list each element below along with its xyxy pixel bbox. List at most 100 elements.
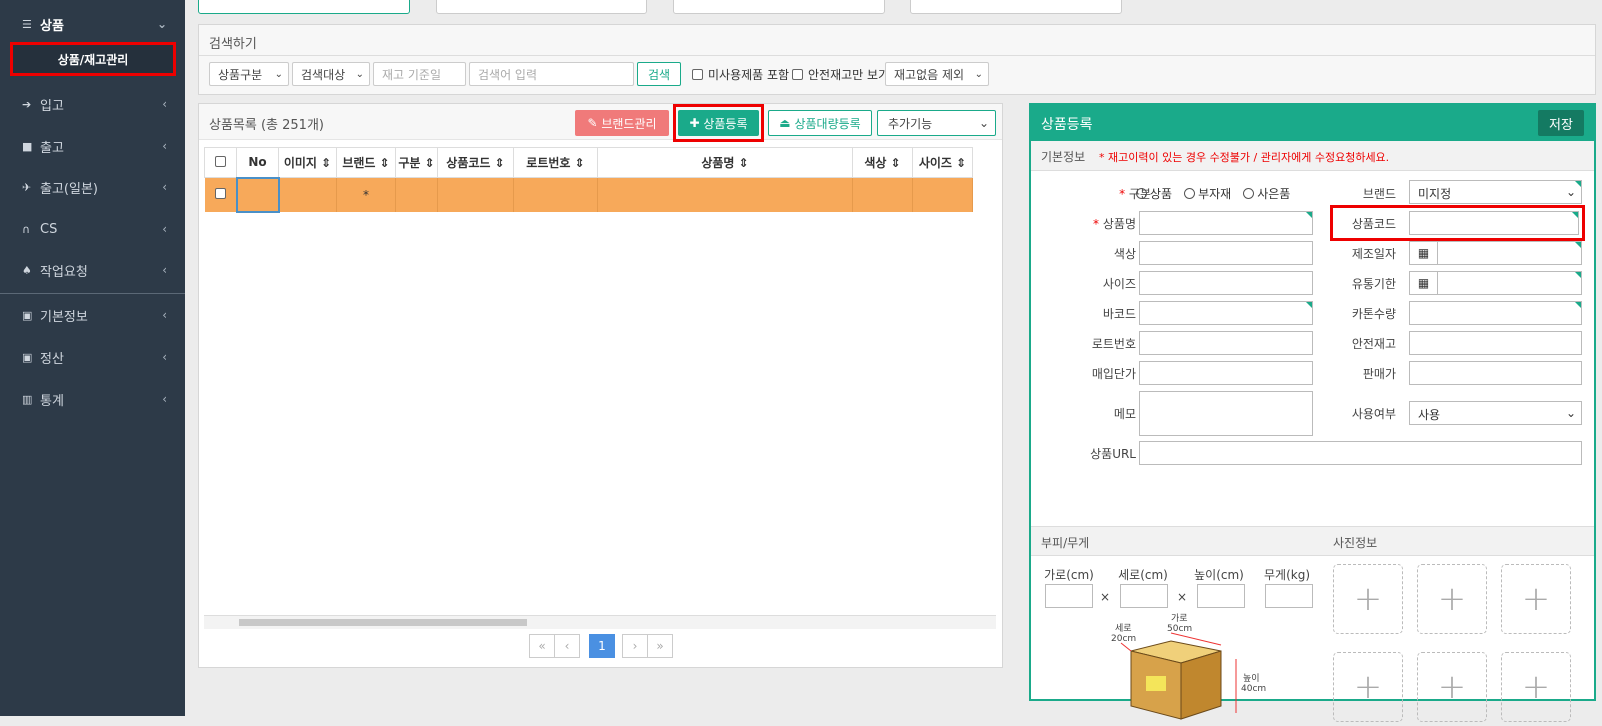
sidebar-item-outbound-japan[interactable]: ✈ 출고(일본) ‹	[0, 167, 185, 207]
cell-no[interactable]	[235, 176, 280, 213]
col-brand[interactable]: 브랜드 ⇕	[336, 147, 396, 178]
cell-color[interactable]	[852, 177, 913, 212]
sell-price-input[interactable]	[1409, 361, 1582, 385]
page-number-button[interactable]: 1	[589, 634, 615, 658]
type-radio-gift[interactable]: 사은품	[1243, 185, 1290, 202]
photo-slot-4[interactable]: +	[1333, 652, 1403, 722]
sidebar-item-product[interactable]: ☰ 상품 ⌄	[0, 4, 185, 44]
product-register-button[interactable]: ✚ 상품등록	[678, 110, 759, 136]
include-unused-checkbox[interactable]: 미사용제품 포함	[692, 66, 789, 83]
cell-brand[interactable]: *	[336, 177, 396, 212]
photo-slot-5[interactable]: +	[1417, 652, 1487, 722]
calendar-icon[interactable]: ▦	[1410, 242, 1438, 264]
stock-filter-select[interactable]: 재고없음 제외 ⌄	[885, 62, 989, 86]
sidebar-item-work-request[interactable]: ♠ 작업요청 ‹	[0, 250, 185, 290]
cell-size[interactable]	[912, 177, 973, 212]
select-all-checkbox[interactable]	[215, 155, 226, 167]
col-code[interactable]: 상품코드 ⇕	[437, 147, 514, 178]
photo-slot-6[interactable]: +	[1501, 652, 1571, 722]
col-name[interactable]: 상품명 ⇕	[597, 147, 853, 178]
prev-page-button[interactable]: ‹	[554, 634, 580, 658]
plane-icon: ✈	[22, 180, 32, 194]
radio-circle[interactable]	[1136, 188, 1147, 199]
barcode-input[interactable]	[1139, 301, 1313, 325]
table-row[interactable]: *	[204, 176, 973, 213]
cell-image[interactable]	[278, 177, 337, 212]
sidebar-subitem-inventory[interactable]: 상품/재고관리	[10, 42, 176, 76]
cell-lot[interactable]	[513, 177, 598, 212]
sidebar-item-inbound[interactable]: ➔ 입고 ‹	[0, 84, 185, 124]
sidebar-item-cs[interactable]: ∩ CS ‹	[0, 209, 185, 249]
radio-circle[interactable]	[1243, 188, 1255, 199]
scrollbar-thumb[interactable]	[239, 619, 527, 626]
brand-manage-button[interactable]: ✎ 브랜드관리	[575, 110, 669, 136]
row-checkbox-cell[interactable]	[204, 177, 237, 212]
width-input[interactable]	[1045, 584, 1093, 608]
checkbox-label: 안전재고만 보기	[808, 68, 890, 82]
mfg-date-input[interactable]: ▦	[1409, 241, 1582, 265]
next-page-button[interactable]: ›	[622, 634, 648, 658]
extra-functions-select[interactable]: 추가기능 ⌄	[877, 110, 996, 136]
sidebar-item-settlement[interactable]: ▣ 정산 ‹	[0, 337, 185, 377]
cell-name[interactable]	[597, 177, 853, 212]
top-input-2[interactable]	[436, 0, 647, 14]
use-select[interactable]: 사용 ⌄	[1409, 401, 1582, 425]
cell-type[interactable]	[395, 177, 438, 212]
top-input-1[interactable]	[198, 0, 410, 14]
last-page-button[interactable]: »	[647, 634, 673, 658]
buy-price-input[interactable]	[1139, 361, 1313, 385]
photo-slot-3[interactable]: +	[1501, 564, 1571, 634]
photo-slot-2[interactable]: +	[1417, 564, 1487, 634]
checkbox[interactable]	[792, 69, 803, 80]
lot-input[interactable]	[1139, 331, 1313, 355]
chevron-down-icon: ⌄	[978, 116, 989, 130]
col-color[interactable]: 색상 ⇕	[852, 147, 913, 178]
required-corner-icon	[1575, 272, 1581, 278]
radio-circle[interactable]	[1184, 188, 1196, 199]
sidebar-item-outbound[interactable]: ■ 출고 ‹	[0, 126, 185, 166]
select-all-header[interactable]	[204, 147, 237, 178]
sidebar-item-basic-info[interactable]: ▣ 기본정보 ‹	[0, 295, 185, 335]
bulk-register-button[interactable]: ⏏ 상품대량등록	[768, 110, 872, 136]
safety-stock-input[interactable]	[1409, 331, 1582, 355]
checkbox[interactable]	[692, 69, 703, 80]
depth-input[interactable]	[1120, 584, 1168, 608]
size-input[interactable]	[1139, 271, 1313, 295]
col-size[interactable]: 사이즈 ⇕	[912, 147, 973, 178]
col-no[interactable]: No	[236, 147, 279, 178]
weight-input[interactable]	[1265, 584, 1313, 608]
photo-slot-1[interactable]: +	[1333, 564, 1403, 634]
expiry-date-input[interactable]: ▦	[1409, 271, 1582, 295]
type-radio-material[interactable]: 부자재	[1184, 185, 1231, 202]
safety-stock-checkbox[interactable]: 안전재고만 보기	[792, 66, 889, 83]
search-target-select[interactable]: 검색대상 ⌄	[292, 62, 370, 86]
col-type[interactable]: 구분 ⇕	[395, 147, 438, 178]
save-button[interactable]: 저장	[1538, 110, 1584, 136]
required-mark: *	[1119, 187, 1129, 201]
stock-date-input[interactable]: 재고 기준일	[373, 62, 466, 86]
color-input[interactable]	[1139, 241, 1313, 265]
search-button[interactable]: 검색	[637, 62, 681, 86]
product-url-input[interactable]	[1139, 441, 1582, 465]
keyword-input[interactable]: 검색어 입력	[469, 62, 634, 86]
brand-select[interactable]: 미지정 ⌄	[1409, 180, 1582, 204]
product-type-select[interactable]: 상품구분 ⌄	[209, 62, 289, 86]
product-name-input[interactable]	[1139, 211, 1313, 235]
col-image[interactable]: 이미지 ⇕	[278, 147, 337, 178]
row-checkbox[interactable]	[214, 187, 226, 199]
product-code-input[interactable]	[1409, 211, 1579, 235]
carton-qty-input[interactable]	[1409, 301, 1582, 325]
top-input-4[interactable]	[910, 0, 1122, 14]
horizontal-scrollbar[interactable]	[204, 615, 996, 629]
shirt-icon: ♠	[22, 263, 32, 277]
sidebar-item-stats[interactable]: ▥ 통계 ‹	[0, 379, 185, 419]
col-lot[interactable]: 로트번호 ⇕	[513, 147, 598, 178]
memo-textarea[interactable]	[1139, 391, 1313, 436]
calendar-icon[interactable]: ▦	[1410, 272, 1438, 294]
type-radio-product[interactable]: 상품	[1136, 185, 1172, 202]
top-input-3[interactable]	[673, 0, 885, 14]
height-input[interactable]	[1197, 584, 1245, 608]
cell-code[interactable]	[437, 177, 514, 212]
first-page-button[interactable]: «	[529, 634, 555, 658]
eject-icon: ⏏	[779, 116, 795, 130]
